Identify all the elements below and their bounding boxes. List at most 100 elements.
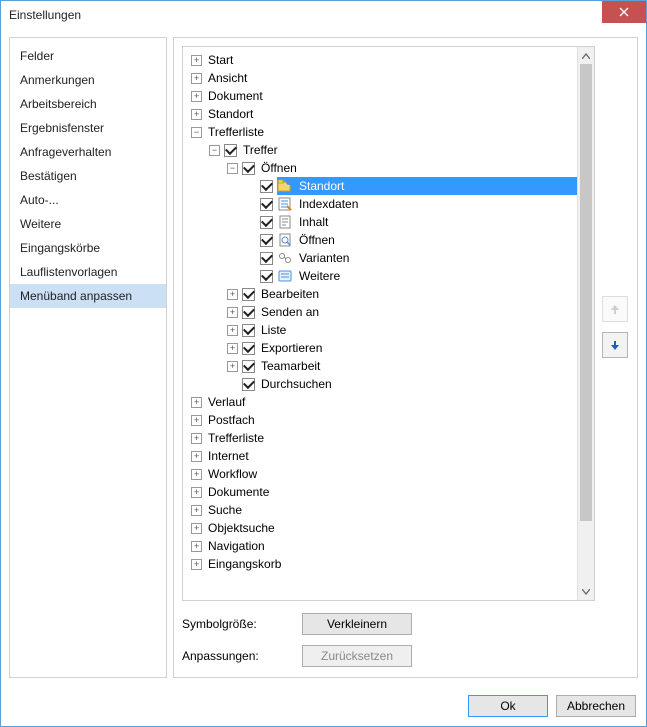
expand-icon[interactable]: +	[191, 109, 202, 120]
tree-label: Treffer	[241, 142, 280, 158]
tree-checkbox[interactable]	[260, 180, 273, 193]
sidebar-item[interactable]: Arbeitsbereich	[10, 92, 166, 116]
scroll-down-button[interactable]	[578, 583, 594, 600]
expand-icon[interactable]: +	[227, 289, 238, 300]
location-icon	[277, 178, 293, 194]
expand-icon[interactable]: +	[227, 361, 238, 372]
scroll-track[interactable]	[578, 64, 594, 583]
tree-checkbox[interactable]	[242, 324, 255, 337]
tree-checkbox[interactable]	[242, 378, 255, 391]
cancel-button[interactable]: Abbrechen	[556, 695, 636, 717]
tree-row[interactable]: Weitere	[191, 267, 594, 285]
tree-row[interactable]: +Liste	[191, 321, 594, 339]
tree-row[interactable]: + Verlauf	[191, 393, 594, 411]
tree-row[interactable]: +Trefferliste	[191, 429, 594, 447]
scroll-up-button[interactable]	[578, 47, 594, 64]
sidebar-item[interactable]: Auto-...	[10, 188, 166, 212]
sidebar-item[interactable]: Weitere	[10, 212, 166, 236]
tree-checkbox[interactable]	[242, 360, 255, 373]
move-down-button[interactable]	[602, 332, 628, 358]
collapse-icon[interactable]: −	[191, 127, 202, 138]
close-button[interactable]	[602, 1, 646, 23]
tree-row[interactable]: +Internet	[191, 447, 594, 465]
sidebar-item[interactable]: Felder	[10, 44, 166, 68]
tree-row[interactable]: +Eingangskorb	[191, 555, 594, 573]
expand-icon[interactable]: +	[191, 487, 202, 498]
expand-icon[interactable]: +	[191, 505, 202, 516]
tree-checkbox[interactable]	[242, 288, 255, 301]
tree-row[interactable]: +Exportieren	[191, 339, 594, 357]
expand-icon[interactable]: +	[191, 541, 202, 552]
tree-row[interactable]: − Treffer	[191, 141, 594, 159]
tree-checkbox[interactable]	[260, 198, 273, 211]
tree-row[interactable]: +Dokumente	[191, 483, 594, 501]
expand-icon[interactable]: +	[191, 73, 202, 84]
tree-row[interactable]: +Start	[191, 51, 594, 69]
tree-row[interactable]: +Bearbeiten	[191, 285, 594, 303]
tree-row[interactable]: +Navigation	[191, 537, 594, 555]
tree-row[interactable]: −Öffnen	[191, 159, 594, 177]
tree-container: +Start+Ansicht+Dokument+Standort−Treffer…	[182, 46, 629, 601]
ok-button[interactable]: Ok	[468, 695, 548, 717]
tree-scrollbar[interactable]	[577, 47, 594, 600]
tree-checkbox[interactable]	[260, 234, 273, 247]
sidebar-item[interactable]: Bestätigen	[10, 164, 166, 188]
reorder-buttons	[601, 46, 629, 601]
sidebar-item[interactable]: Ergebnisfenster	[10, 116, 166, 140]
tree-checkbox[interactable]	[242, 162, 255, 175]
tree-row[interactable]: + Standort	[191, 105, 594, 123]
expand-icon[interactable]: +	[191, 469, 202, 480]
expand-icon[interactable]: +	[191, 91, 202, 102]
tree-row[interactable]: Inhalt	[191, 213, 594, 231]
sidebar-item[interactable]: Menüband anpassen	[10, 284, 166, 308]
expand-icon[interactable]: +	[191, 523, 202, 534]
expand-icon[interactable]: +	[191, 415, 202, 426]
tree-checkbox[interactable]	[242, 306, 255, 319]
sidebar-item[interactable]: Lauflistenvorlagen	[10, 260, 166, 284]
sidebar-item[interactable]: Anfrageverhalten	[10, 140, 166, 164]
tree-label: Verlauf	[206, 394, 247, 410]
tree-row[interactable]: Varianten	[191, 249, 594, 267]
expand-icon[interactable]: +	[227, 325, 238, 336]
tree-row[interactable]: +Senden an	[191, 303, 594, 321]
tree-row[interactable]: Indexdaten	[191, 195, 594, 213]
symbol-size-label: Symbolgröße:	[182, 617, 292, 631]
expand-icon[interactable]: +	[191, 55, 202, 66]
tree-checkbox[interactable]	[260, 270, 273, 283]
tree-row[interactable]: Durchsuchen	[191, 375, 594, 393]
tree-row[interactable]: +Dokument	[191, 87, 594, 105]
tree-checkbox[interactable]	[260, 216, 273, 229]
tree-row[interactable]: +Suche	[191, 501, 594, 519]
tree-label: Varianten	[297, 250, 351, 266]
tree-row[interactable]: +Ansicht	[191, 69, 594, 87]
tree-label: Inhalt	[297, 214, 330, 230]
shrink-button[interactable]: Verkleinern	[302, 613, 412, 635]
tree-checkbox[interactable]	[224, 144, 237, 157]
collapse-icon[interactable]: −	[227, 163, 238, 174]
move-up-button[interactable]	[602, 296, 628, 322]
tree-label: Standort	[206, 106, 255, 122]
expand-icon[interactable]: +	[191, 451, 202, 462]
reset-button[interactable]: Zurücksetzen	[302, 645, 412, 667]
expand-icon[interactable]: +	[191, 433, 202, 444]
scroll-thumb[interactable]	[580, 64, 592, 521]
expand-icon[interactable]: +	[191, 397, 202, 408]
tree-row[interactable]: +Teamarbeit	[191, 357, 594, 375]
sidebar-item[interactable]: Anmerkungen	[10, 68, 166, 92]
tree-label: Objektsuche	[206, 520, 277, 536]
tree-row[interactable]: +Workflow	[191, 465, 594, 483]
tree-checkbox[interactable]	[260, 252, 273, 265]
expand-icon[interactable]: +	[191, 559, 202, 570]
expand-icon[interactable]: +	[227, 343, 238, 354]
tree-label: Trefferliste	[206, 124, 266, 140]
sidebar-item[interactable]: Eingangskörbe	[10, 236, 166, 260]
tree-row[interactable]: + Objektsuche	[191, 519, 594, 537]
collapse-icon[interactable]: −	[209, 145, 220, 156]
tree-row[interactable]: Standort	[191, 177, 594, 195]
tree-row[interactable]: −Trefferliste	[191, 123, 594, 141]
command-tree[interactable]: +Start+Ansicht+Dokument+Standort−Treffer…	[182, 46, 595, 601]
tree-checkbox[interactable]	[242, 342, 255, 355]
expand-icon[interactable]: +	[227, 307, 238, 318]
tree-row[interactable]: +Postfach	[191, 411, 594, 429]
tree-row[interactable]: Öffnen	[191, 231, 594, 249]
